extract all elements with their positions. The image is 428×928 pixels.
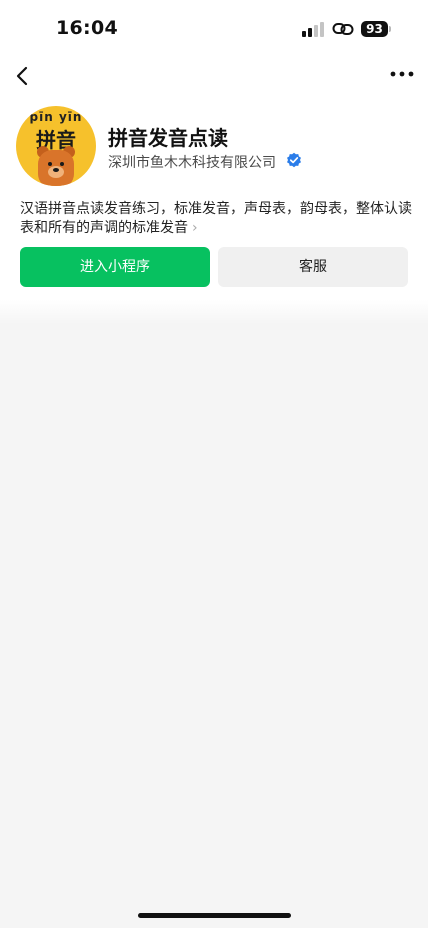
logo-pinyin-text: pīn yīn: [29, 110, 83, 124]
battery-tip: [389, 26, 391, 32]
app-description[interactable]: 汉语拼音点读发音练习，标准发音，声母表，韵母表，整体认读表和所有的声调的标准发音…: [20, 200, 412, 238]
enter-mini-program-button[interactable]: 进入小程序: [20, 247, 210, 287]
link-icon: [332, 23, 354, 35]
verified-check-icon: [287, 152, 301, 168]
card-shadow: [0, 300, 428, 324]
app-name: 拼音发音点读: [108, 126, 228, 150]
app-logo: pīn yīn 拼音: [16, 106, 96, 186]
company-name: 深圳市鱼木木科技有限公司: [108, 155, 276, 171]
home-indicator: [138, 913, 291, 918]
battery-level: 93: [361, 21, 388, 37]
chevron-left-icon[interactable]: [10, 62, 36, 90]
battery-indicator: 93: [361, 21, 393, 37]
bear-mascot-icon: [37, 146, 75, 186]
signal-icon: [302, 22, 324, 37]
more-dots-icon[interactable]: [388, 66, 416, 82]
status-time: 16:04: [56, 17, 118, 39]
description-text: 汉语拼音点读发音练习，标准发音，声母表，韵母表，整体认读表和所有的声调的标准发音: [20, 201, 412, 236]
chevron-right-icon: ›: [192, 220, 198, 236]
customer-service-button[interactable]: 客服: [218, 247, 408, 287]
